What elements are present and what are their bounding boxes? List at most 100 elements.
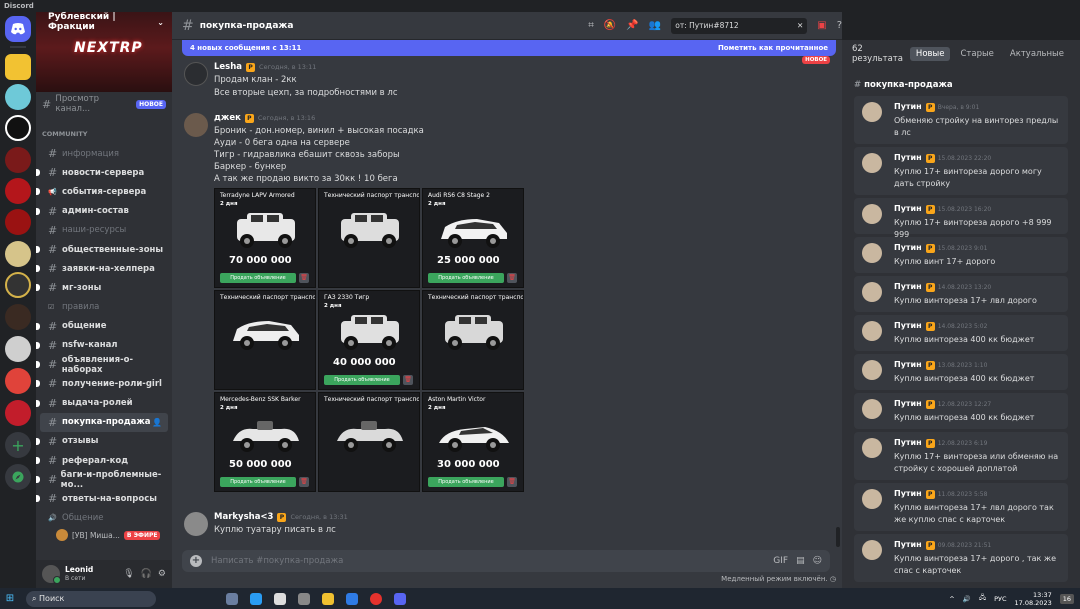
avatar[interactable] — [42, 565, 61, 584]
notification-count[interactable]: 16 — [1059, 593, 1074, 604]
network-icon[interactable]: 🖧 — [979, 593, 986, 604]
sidebar-item-channel[interactable]: # баги-и-проблемные-мо... — [36, 470, 172, 490]
results-channel[interactable]: # покупка-продажа — [854, 80, 953, 90]
yandex-browser-icon[interactable] — [370, 592, 382, 605]
avatar[interactable] — [862, 360, 882, 380]
new-messages-bar[interactable]: 4 новых сообщения с 13:11 Пометить как п… — [182, 40, 836, 56]
attachment-image[interactable]: Audi RS6 C8 Stage 2 2 дня 25 000 000 Продат… — [422, 188, 524, 288]
category-community[interactable]: COMMUNITY — [42, 130, 88, 138]
attachment-image[interactable]: Mercedes-Benz SSK Barker 2 дня 50 000 000 П… — [214, 392, 316, 492]
sidebar-item-channel[interactable]: # информация — [36, 144, 172, 163]
result-author[interactable]: Путин — [894, 540, 922, 549]
app-icon[interactable] — [274, 592, 286, 605]
voice-participant[interactable]: [УВ] Миша... В ЭФИРЕ — [56, 529, 161, 541]
language-indicator[interactable]: РУС — [994, 595, 1006, 603]
server-icon[interactable] — [5, 304, 31, 330]
server-icon[interactable] — [5, 209, 31, 235]
sidebar-item-channel[interactable]: # объявления-о-наборах — [36, 355, 172, 375]
chevron-down-icon[interactable]: ⌄ — [157, 18, 164, 27]
inbox-icon[interactable]: ▣ — [817, 20, 826, 31]
server-icon[interactable] — [5, 178, 31, 204]
server-icon[interactable] — [5, 84, 31, 110]
server-icon[interactable] — [5, 54, 31, 80]
avatar[interactable] — [862, 282, 882, 302]
app-icon[interactable] — [298, 592, 310, 605]
search-result[interactable]: Путин P 11.08.2023 5:58 Куплю винтореза 17+… — [854, 483, 1068, 531]
server-icon[interactable] — [5, 368, 31, 394]
avatar[interactable] — [862, 153, 882, 173]
sidebar-item-channel[interactable]: # наши-ресурсы — [36, 221, 172, 240]
search-result[interactable]: Путин P 12.08.2023 12:27 Куплю винтореза 40… — [854, 393, 1068, 429]
tab-relevant[interactable]: Актуальные — [1004, 47, 1070, 61]
result-author[interactable]: Путин — [894, 204, 922, 213]
attachment-image[interactable]: Технический паспорт транспортного средст… — [318, 392, 420, 492]
sidebar-item-channel[interactable]: # выдача-ролей — [36, 393, 172, 412]
sidebar-item-channel[interactable]: # админ-состав — [36, 202, 172, 221]
attachment-image[interactable]: Технический паспорт транспортного средст… — [318, 188, 420, 288]
message-input[interactable]: + Написать #покупка-продажа GIF ▤ ☺ — [182, 550, 830, 572]
search-result[interactable]: Путин P Вчера, в 9:01 Обменяю стройку на ви… — [854, 96, 1068, 144]
attachment-image[interactable]: Технический паспорт транспортного средст… — [214, 290, 316, 390]
result-author[interactable]: Путин — [894, 438, 922, 447]
result-author[interactable]: Путин — [894, 489, 922, 498]
search-result[interactable]: Путин P 14.08.2023 5:02 Куплю винтореза 400… — [854, 315, 1068, 351]
avatar[interactable] — [184, 113, 208, 137]
sidebar-item-channel[interactable]: # новости-сервера — [36, 163, 172, 182]
result-author[interactable]: Путин — [894, 321, 922, 330]
message-author[interactable]: Lesha — [214, 62, 242, 72]
avatar[interactable] — [862, 204, 882, 224]
tab-newest[interactable]: Новые — [909, 47, 951, 61]
tab-oldest[interactable]: Старые — [954, 47, 999, 61]
avatar[interactable] — [862, 438, 882, 458]
discord-home-icon[interactable] — [5, 16, 31, 42]
result-author[interactable]: Путин — [894, 243, 922, 252]
mute-bell-icon[interactable]: 🔕 — [604, 20, 616, 31]
server-icon[interactable] — [5, 241, 31, 267]
result-author[interactable]: Путин — [894, 399, 922, 408]
result-author[interactable]: Путин — [894, 360, 922, 369]
server-icon[interactable] — [5, 272, 31, 298]
file-explorer-icon[interactable] — [322, 592, 334, 605]
add-server-icon[interactable]: + — [5, 432, 31, 458]
app-icon[interactable] — [250, 592, 262, 605]
search-result[interactable]: Путин P 14.08.2023 13:20 Куплю винтореза 17… — [854, 276, 1068, 312]
avatar[interactable] — [862, 243, 882, 263]
mark-read-button[interactable]: Пометить как прочитанное — [718, 44, 828, 52]
result-author[interactable]: Путин — [894, 153, 922, 162]
search-result[interactable]: Путин P 15.08.2023 16:20 Куплю 17+ винторез… — [854, 198, 1068, 239]
avatar[interactable] — [862, 102, 882, 122]
sticker-icon[interactable]: ▤ — [796, 556, 805, 566]
close-icon[interactable]: ✕ — [797, 21, 803, 30]
threads-icon[interactable]: ⌗ — [588, 20, 594, 31]
add-attachment-icon[interactable]: + — [190, 555, 202, 567]
result-author[interactable]: Путин — [894, 102, 922, 111]
sidebar-item-channel[interactable]: # реферал-код — [36, 451, 172, 470]
pin-icon[interactable]: 📌 — [626, 20, 638, 31]
chevron-up-icon[interactable]: ^ — [949, 595, 954, 603]
windows-start-icon[interactable]: ⊞ — [0, 593, 20, 604]
sidebar-item-channel[interactable]: # заявки-на-хелпера — [36, 259, 172, 278]
attachment-image[interactable]: Terradyne LAPV Armored 2 дня 70 000 000 Про… — [214, 188, 316, 288]
search-result[interactable]: Путин P 15.08.2023 22:20 Куплю 17+ винторез… — [854, 147, 1068, 195]
speaker-icon[interactable]: 🔊 — [963, 595, 971, 603]
search-result[interactable]: Путин P 12.08.2023 6:19 Куплю 17+ винтореза… — [854, 432, 1068, 480]
server-icon[interactable] — [5, 115, 31, 141]
gif-icon[interactable]: GIF — [773, 556, 788, 566]
members-icon[interactable]: 👥 — [649, 20, 661, 31]
microphone-icon[interactable]: 🎙 — [123, 569, 134, 579]
discord-taskbar-icon[interactable] — [394, 592, 406, 605]
scrollbar[interactable] — [836, 527, 840, 547]
message-author[interactable]: джек — [214, 113, 241, 123]
sidebar-item-channel[interactable]: # ответы-на-вопросы — [36, 489, 172, 508]
search-result[interactable]: Путин P 09.08.2023 21:51 Куплю винтореза 17… — [854, 534, 1068, 582]
sidebar-item-channel[interactable]: # получение-роли-girl — [36, 374, 172, 393]
app-icon[interactable] — [346, 592, 358, 605]
sidebar-item-channel[interactable]: # общение — [36, 317, 172, 336]
attachment-image[interactable]: ГАЗ 2330 Тигр 2 дня 40 000 000 Продать объя… — [318, 290, 420, 390]
browse-channels[interactable]: # Просмотр канал... НОВОЕ — [42, 94, 166, 114]
task-view-icon[interactable] — [226, 592, 238, 605]
sidebar-item-channel[interactable]: # покупка-продажа 👤 — [40, 412, 168, 432]
help-icon[interactable]: ? — [837, 20, 842, 31]
headphones-icon[interactable]: 🎧 — [141, 569, 152, 579]
server-header[interactable]: Рублевский | Фракции ⌄ — [36, 12, 172, 32]
